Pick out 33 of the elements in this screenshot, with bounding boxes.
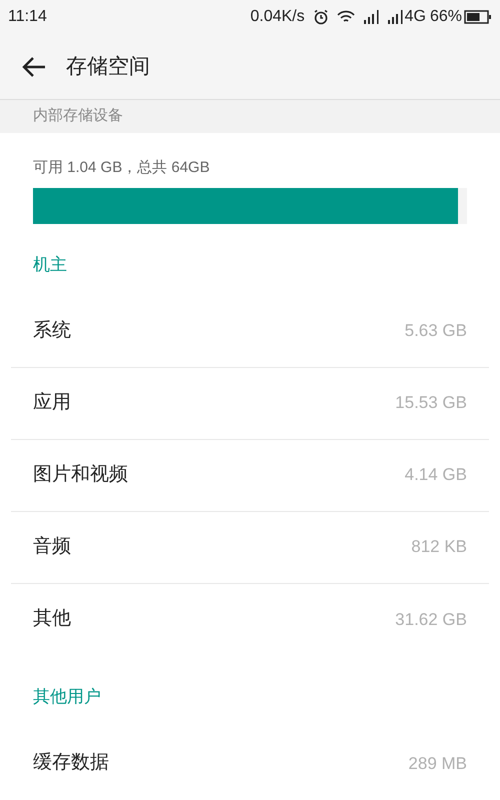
wifi-icon xyxy=(336,10,355,24)
network-type: 4G xyxy=(404,7,426,27)
battery-percent: 66% xyxy=(430,7,462,27)
storage-item[interactable]: 音频 812 KB xyxy=(11,512,489,584)
alarm-icon xyxy=(312,9,329,25)
status-time: 11:14 xyxy=(8,7,47,27)
item-size: 15.53 GB xyxy=(395,392,467,414)
storage-item[interactable]: 系统 5.63 GB xyxy=(11,296,489,368)
page-title: 存储空间 xyxy=(66,54,150,80)
storage-item[interactable]: 缓存数据 289 MB xyxy=(11,728,489,800)
item-label: 音频 xyxy=(33,534,71,559)
storage-item[interactable]: 图片和视频 4.14 GB xyxy=(11,440,489,512)
signal-icon xyxy=(386,10,405,24)
item-size: 5.63 GB xyxy=(404,320,467,342)
item-label: 其他 xyxy=(33,607,71,632)
item-label: 系统 xyxy=(33,318,71,343)
section-header: 内部存储设备 xyxy=(33,106,123,126)
item-size: 4.14 GB xyxy=(404,464,467,486)
item-size: 31.62 GB xyxy=(395,608,467,631)
signal-icon xyxy=(362,10,381,24)
item-label: 应用 xyxy=(33,390,71,415)
storage-summary: 可用 1.04 GB，总共 64GB xyxy=(33,158,211,178)
battery-icon xyxy=(464,10,492,24)
item-label: 图片和视频 xyxy=(33,462,128,487)
back-arrow-icon xyxy=(21,56,47,78)
network-speed: 0.04K/s xyxy=(250,7,305,27)
item-size: 289 MB xyxy=(408,752,467,775)
group-header: 其他用户 xyxy=(33,686,101,708)
storage-item[interactable]: 其他 31.62 GB xyxy=(11,584,489,656)
group-header: 机主 xyxy=(33,254,67,276)
item-label: 缓存数据 xyxy=(33,751,109,776)
item-size: 812 KB xyxy=(411,536,467,558)
storage-item[interactable]: 应用 15.53 GB xyxy=(11,368,489,440)
